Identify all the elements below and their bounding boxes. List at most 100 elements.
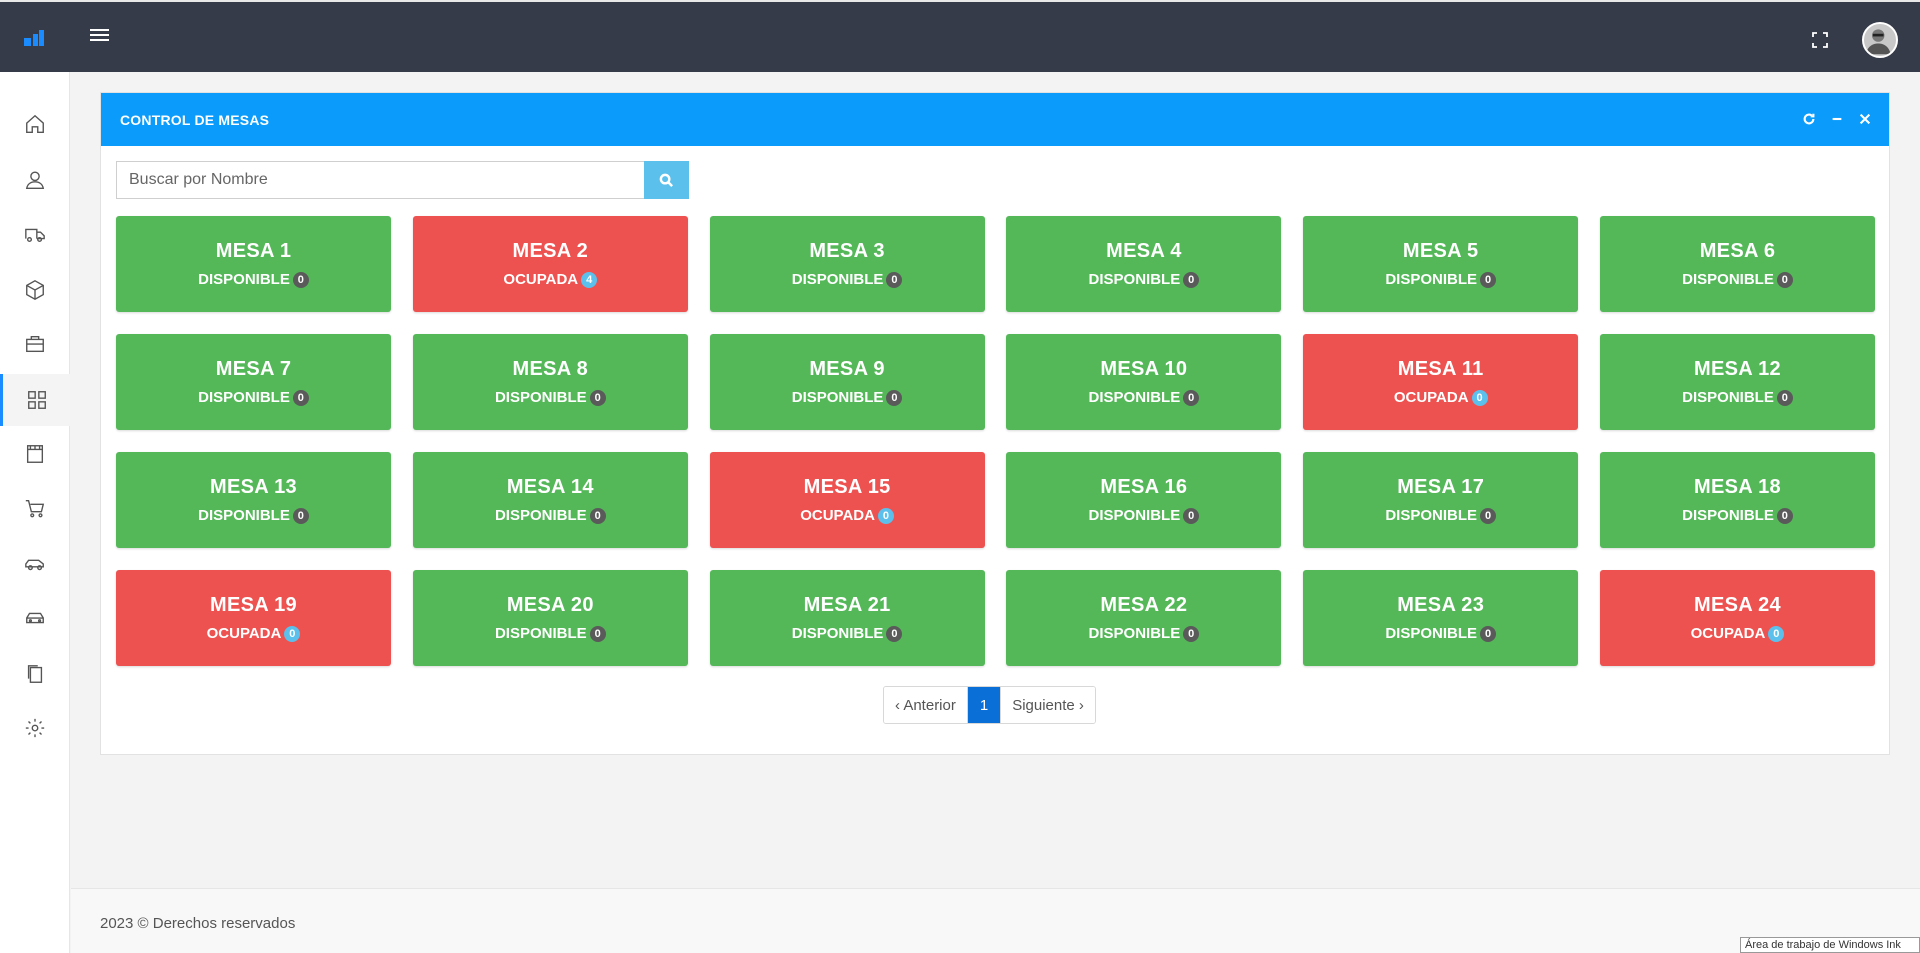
sidebar-item-delivery[interactable] (0, 208, 70, 260)
table-card[interactable]: MESA 7 DISPONIBLE 0 (116, 334, 391, 430)
table-name: MESA 19 (210, 594, 297, 616)
table-count-badge: 0 (292, 271, 309, 288)
cart-icon (25, 499, 45, 518)
table-status-label: OCUPADA (1393, 389, 1469, 406)
table-status: DISPONIBLE 0 (1089, 625, 1200, 642)
user-icon (25, 171, 45, 189)
table-count-badge: 0 (1480, 271, 1497, 288)
table-card[interactable]: MESA 18 DISPONIBLE 0 (1599, 452, 1875, 548)
table-status: DISPONIBLE 0 (198, 271, 309, 288)
table-status: DISPONIBLE 0 (495, 625, 606, 642)
table-status: DISPONIBLE 0 (198, 389, 309, 406)
table-count-badge: 0 (292, 389, 309, 406)
sidebar-item-products[interactable] (0, 264, 70, 316)
table-status-label: DISPONIBLE (198, 507, 290, 524)
sidebar-item-inventory[interactable] (0, 318, 70, 370)
search-input[interactable] (116, 161, 644, 199)
table-status: DISPONIBLE 0 (1089, 389, 1200, 406)
windows-ink-tooltip: Área de trabajo de Windows Ink (1740, 937, 1920, 953)
search-bar (116, 161, 689, 199)
table-count-badge: 0 (589, 625, 606, 642)
table-name: MESA 2 (512, 240, 589, 262)
table-status-label: DISPONIBLE (1088, 271, 1181, 288)
table-name: MESA 18 (1694, 476, 1781, 498)
briefcase-icon (26, 335, 44, 353)
table-name: MESA 20 (506, 594, 594, 616)
table-card[interactable]: MESA 16 DISPONIBLE 0 (1006, 452, 1282, 548)
table-card[interactable]: MESA 11 OCUPADA 0 (1303, 334, 1579, 430)
table-count-badge: 0 (284, 625, 301, 642)
table-card[interactable]: MESA 9 DISPONIBLE 0 (709, 334, 985, 430)
minimize-button[interactable] (1829, 111, 1845, 127)
table-card[interactable]: MESA 15 OCUPADA 0 (709, 452, 985, 548)
table-card[interactable]: MESA 6 DISPONIBLE 0 (1599, 216, 1875, 312)
box-icon (26, 280, 44, 300)
table-card[interactable]: MESA 14 DISPONIBLE 0 (412, 452, 688, 548)
user-avatar[interactable] (1862, 22, 1898, 58)
table-count-badge: 0 (1183, 271, 1200, 288)
sidebar-item-home[interactable] (0, 98, 70, 150)
sidebar-item-users[interactable] (0, 154, 70, 206)
table-name: MESA 11 (1397, 358, 1484, 380)
search-button[interactable] (644, 161, 689, 199)
table-count-badge: 0 (886, 271, 903, 288)
table-card[interactable]: MESA 4 DISPONIBLE 0 (1006, 216, 1282, 312)
table-count-badge: 0 (1480, 507, 1497, 524)
sidebar-item-settings[interactable] (0, 702, 70, 754)
table-card[interactable]: MESA 19 OCUPADA 0 (116, 570, 391, 666)
table-name: MESA 5 (1402, 240, 1479, 262)
table-status: DISPONIBLE 0 (792, 271, 903, 288)
table-card[interactable]: MESA 2 OCUPADA 4 (412, 216, 688, 312)
table-card[interactable]: MESA 21 DISPONIBLE 0 (709, 570, 985, 666)
pagination-page-current[interactable]: 1 (967, 687, 1001, 723)
refresh-button[interactable] (1801, 111, 1817, 127)
table-status: OCUPADA 0 (800, 507, 894, 524)
table-card[interactable]: MESA 1 DISPONIBLE 0 (116, 216, 391, 312)
table-status-label: OCUPADA (1690, 625, 1766, 642)
sidebar-item-vehicles[interactable] (0, 538, 70, 590)
pagination-prev[interactable]: ‹ Anterior (884, 687, 968, 723)
table-name: MESA 14 (506, 476, 594, 498)
table-card[interactable]: MESA 17 DISPONIBLE 0 (1303, 452, 1579, 548)
logo-icon[interactable] (24, 30, 46, 48)
table-status-label: DISPONIBLE (1385, 271, 1478, 288)
table-name: MESA 12 (1694, 358, 1781, 380)
table-count-badge: 0 (589, 389, 606, 406)
table-card[interactable]: MESA 13 DISPONIBLE 0 (116, 452, 391, 548)
sidebar-item-tables[interactable] (0, 374, 70, 426)
table-card[interactable]: MESA 5 DISPONIBLE 0 (1303, 216, 1579, 312)
close-button[interactable] (1857, 111, 1873, 127)
table-status: DISPONIBLE 0 (1682, 271, 1793, 288)
table-status-label: DISPONIBLE (494, 625, 587, 642)
table-card[interactable]: MESA 3 DISPONIBLE 0 (709, 216, 985, 312)
table-card[interactable]: MESA 20 DISPONIBLE 0 (412, 570, 688, 666)
table-card[interactable]: MESA 22 DISPONIBLE 0 (1006, 570, 1282, 666)
truck-icon (25, 228, 45, 243)
panel-title: CONTROL DE MESAS (120, 111, 270, 128)
fullscreen-icon[interactable] (1810, 30, 1830, 50)
sidebar-item-parking[interactable] (0, 592, 70, 644)
table-name: MESA 1 (215, 240, 292, 262)
table-status-label: DISPONIBLE (198, 271, 290, 288)
table-name: MESA 15 (803, 476, 891, 498)
sidebar-item-sales[interactable] (0, 482, 70, 534)
table-name: MESA 22 (1100, 594, 1188, 616)
pagination-next[interactable]: Siguiente › (1000, 687, 1095, 723)
car-icon (25, 559, 44, 571)
table-name: MESA 8 (512, 358, 589, 380)
sidebar-item-documents[interactable] (0, 648, 70, 700)
panel-header: CONTROL DE MESAS (101, 93, 1889, 146)
table-count-badge: 0 (886, 389, 903, 406)
table-card[interactable]: MESA 12 DISPONIBLE 0 (1599, 334, 1875, 430)
table-card[interactable]: MESA 23 DISPONIBLE 0 (1303, 570, 1579, 666)
table-status-label: DISPONIBLE (1385, 507, 1478, 524)
sidebar (0, 72, 70, 953)
table-card[interactable]: MESA 24 OCUPADA 0 (1599, 570, 1875, 666)
table-count-badge: 0 (1183, 389, 1200, 406)
table-card[interactable]: MESA 10 DISPONIBLE 0 (1006, 334, 1282, 430)
tables-panel: CONTROL DE MESAS MESA 1DISPONIBLE0MESA 2… (100, 92, 1890, 755)
table-status: DISPONIBLE 0 (1089, 507, 1200, 524)
menu-toggle-icon[interactable] (88, 26, 112, 50)
table-card[interactable]: MESA 8 DISPONIBLE 0 (412, 334, 688, 430)
sidebar-item-store[interactable] (0, 428, 70, 480)
